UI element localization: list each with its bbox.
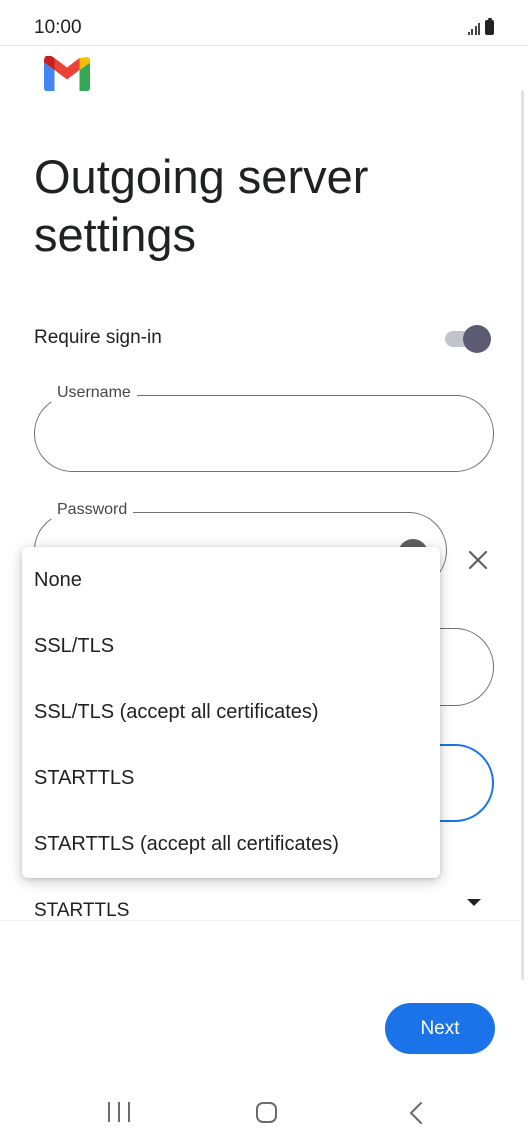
- menu-item-starttls[interactable]: STARTTLS: [22, 745, 440, 811]
- security-type-menu: None SSL/TLS SSL/TLS (accept all certifi…: [22, 547, 440, 878]
- menu-item-none[interactable]: None: [22, 547, 440, 613]
- require-signin-toggle[interactable]: [445, 325, 491, 353]
- divider: [0, 920, 520, 921]
- clear-icon[interactable]: [466, 548, 490, 572]
- scrollbar[interactable]: [521, 90, 524, 980]
- navigation-bar: [0, 1080, 528, 1144]
- dropdown-arrow-icon[interactable]: [467, 899, 481, 906]
- gmail-logo-icon: [44, 56, 90, 91]
- menu-item-ssl-tls-accept-all[interactable]: SSL/TLS (accept all certificates): [22, 679, 440, 745]
- home-icon[interactable]: [256, 1102, 277, 1123]
- toggle-thumb: [463, 325, 491, 353]
- menu-item-ssl-tls[interactable]: SSL/TLS: [22, 613, 440, 679]
- username-input[interactable]: [35, 396, 493, 471]
- page-title: Outgoing server settings: [34, 150, 369, 261]
- status-time: 10:00: [34, 17, 82, 38]
- back-icon[interactable]: [408, 1101, 424, 1125]
- security-type-value[interactable]: STARTTLS: [34, 900, 129, 922]
- menu-item-starttls-accept-all[interactable]: STARTTLS (accept all certificates): [22, 811, 440, 877]
- next-button[interactable]: Next: [385, 1003, 495, 1054]
- username-field[interactable]: Username: [34, 384, 494, 472]
- signal-icon: [467, 21, 480, 35]
- status-bar: 10:00: [0, 0, 528, 46]
- password-label: Password: [51, 501, 134, 519]
- username-label: Username: [51, 384, 137, 402]
- status-icons: [467, 18, 494, 35]
- require-signin-label: Require sign-in: [34, 327, 162, 348]
- recent-apps-icon[interactable]: [108, 1102, 130, 1122]
- battery-icon: [485, 18, 494, 35]
